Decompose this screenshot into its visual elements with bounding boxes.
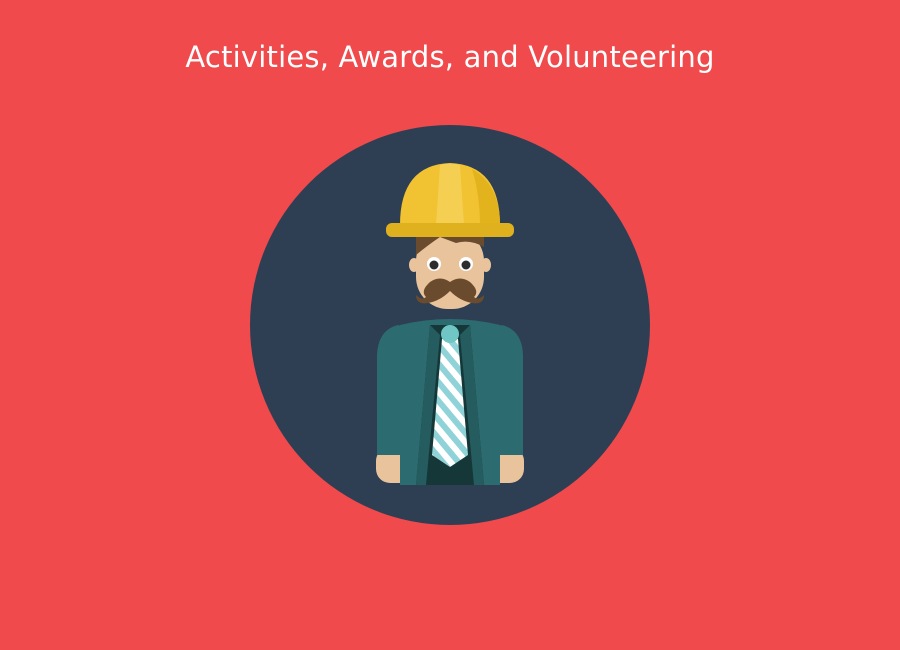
page-title: Activities, Awards, and Volunteering	[185, 40, 715, 74]
tie-knot	[441, 325, 459, 343]
avatar-illustration	[250, 125, 650, 525]
helmet-ridge	[436, 163, 464, 225]
construction-worker-avatar-icon	[250, 125, 650, 525]
helmet-brim	[386, 223, 514, 237]
